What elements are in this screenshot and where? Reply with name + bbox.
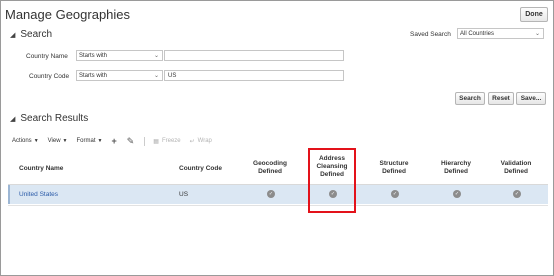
country-code-operator: Starts with <box>79 72 108 79</box>
country-name-operator-select[interactable]: Starts with ⌄ <box>76 50 163 61</box>
wrap-button[interactable]: ↵ Wrap <box>190 138 212 145</box>
hierarchy-line-2: Defined <box>444 168 468 175</box>
search-section-title: Search <box>20 29 53 40</box>
hierarchy-line-1: Hierarchy <box>441 160 471 167</box>
validation-check-icon: ✓ <box>513 190 521 198</box>
validation-line-2: Defined <box>504 168 528 175</box>
search-button[interactable]: Search <box>455 92 485 105</box>
column-header-hierarchy[interactable]: Hierarchy Defined <box>426 160 486 176</box>
search-section-header[interactable]: ◢ Search <box>10 29 52 40</box>
caret-down-icon: ▼ <box>33 138 39 144</box>
saved-search-label: Saved Search <box>410 31 451 38</box>
chevron-down-icon: ⌄ <box>153 73 159 79</box>
column-header-validation[interactable]: Validation Defined <box>486 160 546 176</box>
address-cleansing-highlight-box <box>308 148 356 213</box>
chevron-down-icon: ⌄ <box>153 53 159 59</box>
geocoding-line-2: Defined <box>258 168 282 175</box>
country-code-operator-select[interactable]: Starts with ⌄ <box>76 70 163 81</box>
wrap-label: Wrap <box>197 138 212 144</box>
caret-down-icon: ▼ <box>97 138 103 144</box>
wrap-icon: ↵ <box>189 138 195 145</box>
edit-icon[interactable]: ✎ <box>127 136 135 147</box>
column-header-geocoding[interactable]: Geocoding Defined <box>240 160 300 176</box>
country-name-label: Country Name <box>26 53 68 60</box>
country-code-input[interactable]: US <box>164 70 344 81</box>
column-header-structure[interactable]: Structure Defined <box>364 160 424 176</box>
caret-down-icon: ▼ <box>62 138 68 144</box>
format-label: Format <box>76 138 96 144</box>
results-section-title: Search Results <box>20 113 89 124</box>
column-header-country-name[interactable]: Country Name <box>19 165 63 173</box>
structure-line-1: Structure <box>379 160 409 167</box>
table-row[interactable]: United States US ✓ ✓ ✓ ✓ ✓ <box>8 185 548 204</box>
results-section-header[interactable]: ◢ Search Results <box>10 113 88 124</box>
actions-label: Actions <box>12 138 32 144</box>
saved-search-select[interactable]: All Countries ⌄ <box>457 28 544 39</box>
structure-check-icon: ✓ <box>391 190 399 198</box>
geocoding-check-icon: ✓ <box>267 190 275 198</box>
saved-search-value: All Countries <box>460 30 495 37</box>
reset-button[interactable]: Reset <box>488 92 514 105</box>
view-menu[interactable]: View ▼ <box>48 138 68 144</box>
geocoding-line-1: Geocoding <box>253 160 287 167</box>
done-button[interactable]: Done <box>520 7 548 22</box>
structure-line-2: Defined <box>382 168 406 175</box>
add-icon[interactable]: + <box>111 136 116 146</box>
freeze-label: Freeze <box>161 138 181 144</box>
freeze-button[interactable]: ▦ Freeze <box>153 138 180 145</box>
country-code-cell: US <box>179 191 189 198</box>
results-toolbar: Actions ▼ View ▼ Format ▼ + ✎ ▦ Freeze ↵… <box>12 136 221 147</box>
page-title: Manage Geographies <box>5 7 131 22</box>
format-menu[interactable]: Format ▼ <box>77 138 103 144</box>
chevron-down-icon: ⌄ <box>534 31 540 37</box>
column-header-country-code[interactable]: Country Code <box>179 165 222 173</box>
country-name-input[interactable] <box>164 50 344 61</box>
validation-line-1: Validation <box>500 160 532 167</box>
country-code-label: Country Code <box>29 73 70 80</box>
country-name-operator: Starts with <box>79 52 108 59</box>
country-name-cell[interactable]: United States <box>19 191 58 198</box>
toolbar-divider <box>144 136 146 146</box>
collapse-triangle-icon: ◢ <box>10 115 16 123</box>
actions-menu[interactable]: Actions ▼ <box>12 138 39 144</box>
save-button[interactable]: Save... <box>516 92 546 105</box>
hierarchy-check-icon: ✓ <box>453 190 461 198</box>
view-label: View <box>47 138 61 144</box>
row-divider <box>8 205 548 206</box>
freeze-icon: ▦ <box>153 138 159 145</box>
collapse-triangle-icon: ◢ <box>10 31 16 39</box>
table-header: Country Name Country Code Geocoding Defi… <box>8 150 548 185</box>
